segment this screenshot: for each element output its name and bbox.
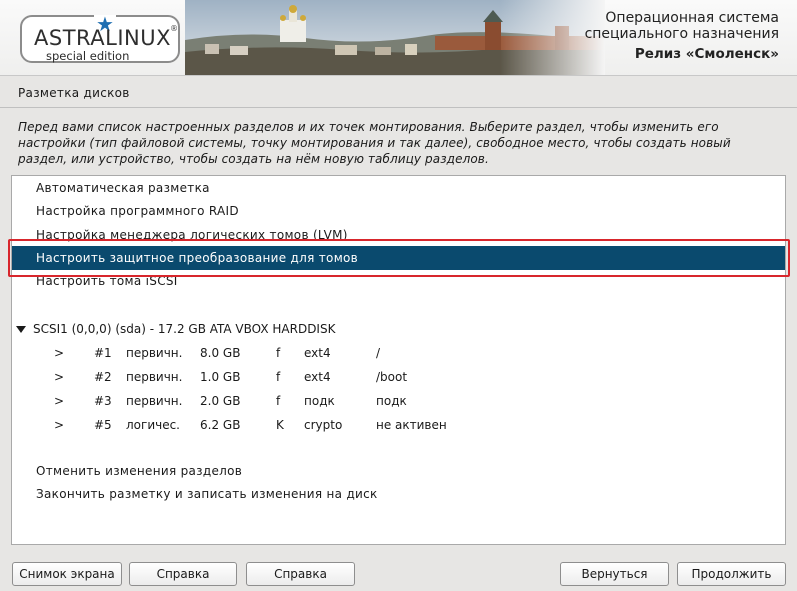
menu-item-auto-partition[interactable]: Автоматическая разметка — [36, 181, 210, 195]
partition-flag: K — [276, 418, 284, 432]
partition-fs: crypto — [304, 418, 343, 432]
os-line-2: специального назначения — [584, 26, 779, 42]
partition-arrow: > — [54, 418, 65, 432]
partition-type: первичн. — [126, 346, 183, 360]
partition-size: 8.0 GB — [200, 346, 241, 360]
step-description: Перед вами список настроенных разделов и… — [18, 120, 731, 166]
expand-triangle-icon — [16, 325, 26, 333]
partition-number: #1 — [94, 346, 112, 360]
screenshot-button[interactable]: Снимок экрана — [12, 562, 122, 586]
partition-arrow: > — [54, 370, 65, 384]
release-name: Релиз «Смоленск» — [634, 46, 779, 62]
partition-mount: /boot — [376, 370, 408, 384]
partition-mount: подк — [376, 394, 407, 408]
registered-mark: ® — [170, 24, 178, 33]
partition-size: 1.0 GB — [200, 370, 241, 384]
partition-mount: / — [376, 346, 381, 360]
menu-item-lvm[interactable]: Настройка менеджера логических томов (LV… — [36, 228, 348, 242]
partition-row[interactable]: > #3 первичн. 2.0 GB f подк подк — [12, 394, 785, 412]
back-button[interactable]: Вернуться — [560, 562, 669, 586]
astralinux-logo: ★ ASTRALINUX ® special edition — [20, 14, 180, 63]
kremlin-panorama-image — [185, 0, 605, 75]
menu-item-software-raid[interactable]: Настройка программного RAID — [36, 204, 239, 218]
partition-size: 2.0 GB — [200, 394, 241, 408]
menu-item-finish-partitioning[interactable]: Закончить разметку и записать изменения … — [36, 487, 378, 501]
partition-row[interactable]: > #2 первичн. 1.0 GB f ext4 /boot — [12, 370, 785, 388]
menu-item-encrypted-volumes[interactable]: Настроить защитное преобразование для то… — [12, 246, 785, 270]
menu-item-iscsi[interactable]: Настроить тома iSCSI — [36, 274, 178, 288]
os-info: Операционная система специального назнач… — [585, 10, 779, 62]
partition-fs: ext4 — [304, 346, 331, 360]
partition-number: #2 — [94, 370, 112, 384]
partition-row[interactable]: > #1 первичн. 8.0 GB f ext4 / — [12, 346, 785, 364]
partition-type: первичн. — [126, 394, 183, 408]
logo-title: ASTRALINUX — [34, 26, 171, 50]
partition-number: #5 — [94, 418, 112, 432]
partition-fs: ext4 — [304, 370, 331, 384]
partition-mount: не активен — [376, 418, 447, 432]
help-button-2[interactable]: Справка — [246, 562, 355, 586]
partition-size: 6.2 GB — [200, 418, 241, 432]
disk-label: SCSI1 (0,0,0) (sda) - 17.2 GB ATA VBOX H… — [33, 322, 336, 336]
partition-type: логичес. — [126, 418, 180, 432]
os-line-1: Операционная система — [605, 10, 779, 26]
partition-type: первичн. — [126, 370, 183, 384]
partition-number: #3 — [94, 394, 112, 408]
partition-arrow: > — [54, 346, 65, 360]
help-button[interactable]: Справка — [129, 562, 237, 586]
partition-arrow: > — [54, 394, 65, 408]
partition-flag: f — [276, 346, 281, 360]
logo-subtitle: special edition — [46, 49, 130, 63]
disk-entry-sda[interactable]: SCSI1 (0,0,0) (sda) - 17.2 GB ATA VBOX H… — [16, 322, 335, 336]
page-title: Разметка дисков — [18, 86, 130, 100]
partition-row[interactable]: > #5 логичес. 6.2 GB K crypto не активен — [12, 418, 785, 436]
title-divider — [0, 107, 797, 108]
header-banner: ★ ASTRALINUX ® special edition Операцион… — [0, 0, 797, 76]
partition-fs: подк — [304, 394, 335, 408]
partition-flag: f — [276, 370, 281, 384]
menu-item-undo-changes[interactable]: Отменить изменения разделов — [36, 464, 242, 478]
partition-flag: f — [276, 394, 281, 408]
partition-list[interactable]: Автоматическая разметка Настройка програ… — [11, 175, 786, 545]
continue-button[interactable]: Продолжить — [677, 562, 786, 586]
